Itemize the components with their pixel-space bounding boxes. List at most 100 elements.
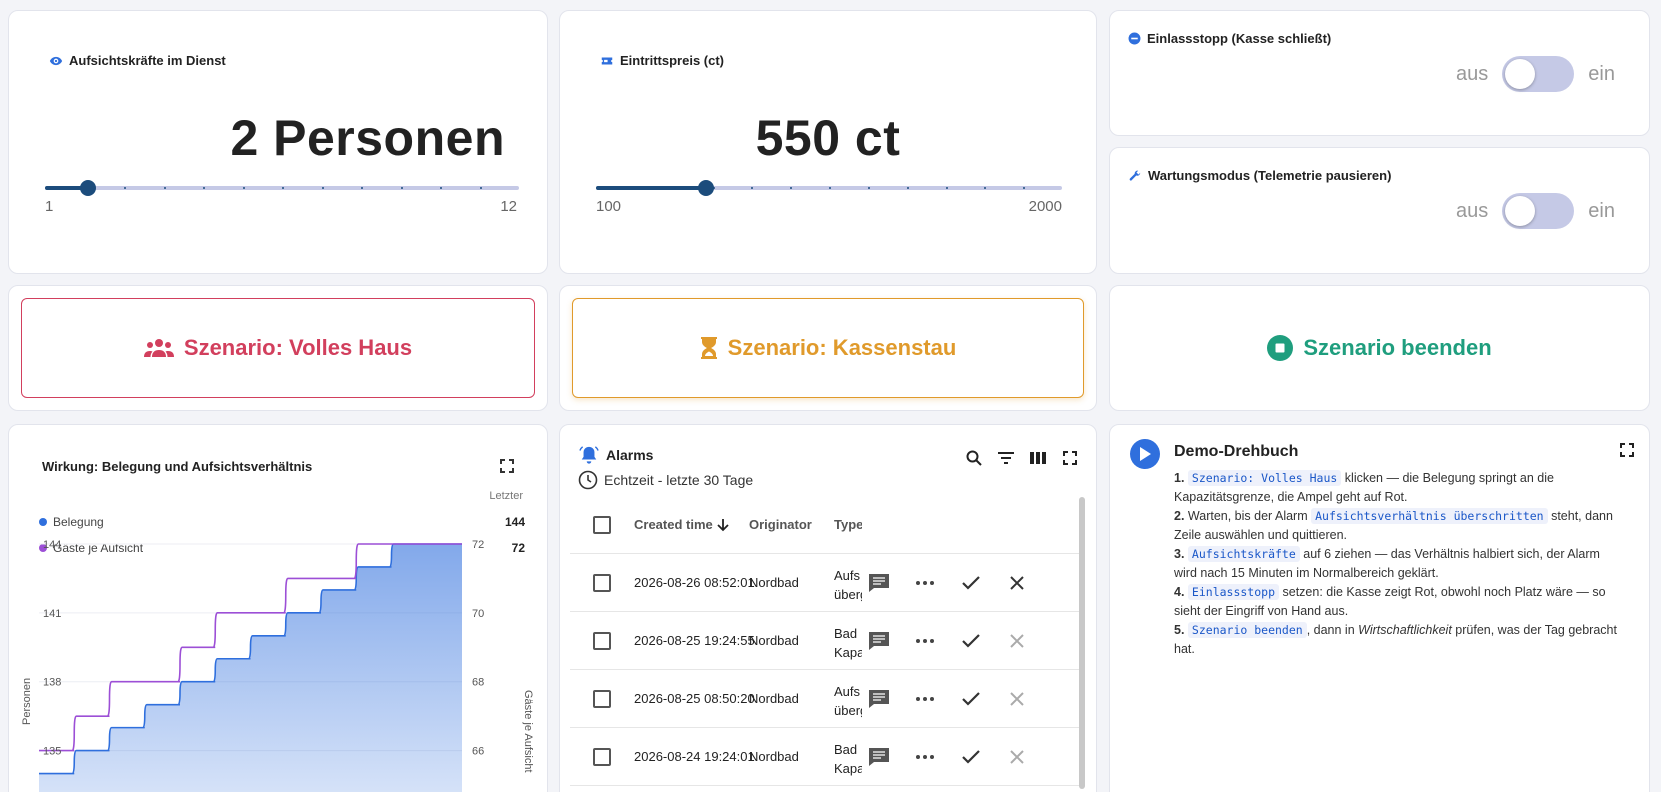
chart-plot: 144 141 138 135 72 70 68 66 — [39, 539, 484, 792]
clear-icon[interactable] — [1000, 740, 1034, 774]
switch-knob[interactable] — [1505, 59, 1536, 89]
slider-tick — [242, 187, 245, 189]
row-checkbox[interactable] — [593, 631, 611, 650]
clear-icon[interactable] — [1000, 566, 1034, 600]
cell-type: Bad Kapa — [834, 742, 862, 776]
cell-created-time: 2026-08-25 19:24:55 — [634, 633, 755, 648]
price-slider-card: Eintrittspreis (ct) 550 ct 100 2000 — [559, 10, 1097, 274]
y-left-tick: 138 — [43, 677, 61, 689]
fullscreen-icon[interactable] — [1059, 447, 1081, 469]
comment-icon[interactable] — [862, 682, 896, 716]
cell-created-time: 2026-08-26 08:52:01 — [634, 575, 755, 590]
table-header: Created time Originator Type — [570, 496, 1080, 554]
maintenance-toggle[interactable]: aus ein — [1456, 193, 1615, 229]
price-slider[interactable] — [596, 176, 1062, 200]
scenario-queue-card: Szenario: Kassenstau — [559, 285, 1097, 411]
stop-circle-icon — [1267, 335, 1294, 361]
table-row[interactable]: 2026-08-26 08:52:01Nordbad Aufsüberg — [570, 554, 1080, 612]
y-right-tick: 68 — [472, 677, 484, 689]
cell-originator: Nordbad — [749, 691, 799, 706]
row-checkbox[interactable] — [593, 747, 611, 766]
switch-knob[interactable] — [1505, 196, 1536, 226]
clock-icon — [578, 470, 598, 490]
staff-max-label: 12 — [500, 198, 517, 215]
row-checkbox[interactable] — [593, 689, 611, 708]
entry-stop-toggle[interactable]: aus ein — [1456, 56, 1615, 92]
chart-card: Wirkung: Belegung und Aufsichtsverhältni… — [8, 424, 548, 792]
search-icon[interactable] — [963, 447, 985, 469]
table-row[interactable]: 2026-08-24 19:24:01 Nordbad Bad Kapa — [570, 728, 1080, 786]
hourglass-icon — [700, 337, 717, 359]
guide-step: 2. Warten, bis der Alarm Aufsichtsverhäl… — [1174, 508, 1613, 542]
y-right-axis-label: Gäste je Aufsicht — [522, 690, 534, 773]
cell-type: Aufsüberg — [834, 568, 862, 602]
maintenance-card: Wartungsmodus (Telemetrie pausieren) aus… — [1109, 147, 1650, 274]
acknowledge-icon[interactable] — [954, 624, 988, 658]
bell-icon — [579, 446, 599, 464]
guide-title: Demo-Drehbuch — [1174, 443, 1299, 460]
clear-icon[interactable] — [1000, 682, 1034, 716]
table-row[interactable]: 2026-08-25 19:24:55 Nordbad Bad Kapa — [570, 612, 1080, 670]
guide-card: Demo-Drehbuch 1. Szenario: Volles Haus k… — [1109, 424, 1650, 792]
slider-tick — [673, 187, 676, 189]
code-chip: Szenario beenden — [1187, 622, 1307, 638]
scenario-stop-button[interactable]: Szenario beenden — [1122, 298, 1637, 398]
comment-icon[interactable] — [862, 566, 896, 600]
acknowledge-icon[interactable] — [954, 682, 988, 716]
row-checkbox[interactable] — [593, 573, 611, 592]
guide-steps: 1. Szenario: Volles Haus klicken — die B… — [1174, 469, 1624, 659]
price-value: 550 ct — [755, 110, 901, 166]
alarms-timewindow[interactable]: Echtzeit - letzte 30 Tage — [578, 470, 753, 490]
col-type[interactable]: Type — [834, 517, 862, 532]
vertical-scrollbar[interactable] — [1079, 497, 1085, 789]
price-max-label: 2000 — [1028, 198, 1062, 215]
maintenance-title: Wartungsmodus (Telemetrie pausieren) — [1128, 168, 1391, 183]
select-all-checkbox[interactable] — [593, 515, 611, 534]
acknowledge-icon[interactable] — [954, 740, 988, 774]
toggle-off-label: aus — [1456, 199, 1489, 222]
staff-slider[interactable] — [45, 176, 519, 200]
slider-tick — [400, 187, 403, 189]
staff-value: 2 Personen — [230, 110, 505, 166]
slider-tick — [945, 187, 948, 189]
slider-fill — [596, 186, 707, 190]
more-icon[interactable] — [908, 624, 942, 658]
scenario-queue-button[interactable]: Szenario: Kassenstau — [572, 298, 1084, 398]
cell-originator: Nordbad — [749, 575, 799, 590]
y-right-tick: 66 — [472, 746, 484, 758]
wrench-icon — [1129, 170, 1141, 181]
y-right-tick: 70 — [472, 608, 484, 620]
filter-icon[interactable] — [995, 447, 1017, 469]
scenario-stop-card: Szenario beenden — [1109, 285, 1650, 411]
more-icon[interactable] — [908, 740, 942, 774]
code-chip: Szenario: Volles Haus — [1187, 470, 1342, 486]
entry-stop-switch[interactable] — [1502, 56, 1575, 92]
acknowledge-icon[interactable] — [954, 566, 988, 600]
price-min-label: 100 — [596, 198, 622, 215]
cell-type: Bad Kapa — [834, 626, 862, 660]
scenario-full-button[interactable]: Szenario: Volles Haus — [21, 298, 535, 398]
slider-thumb[interactable] — [80, 180, 97, 196]
more-icon[interactable] — [908, 566, 942, 600]
group-icon — [143, 339, 174, 357]
slider-tick — [321, 187, 324, 189]
staff-slider-title: Aufsichtskräfte im Dienst — [49, 53, 226, 68]
comment-icon[interactable] — [862, 740, 896, 774]
scenario-full-card: Szenario: Volles Haus — [8, 285, 548, 411]
slider-thumb[interactable] — [698, 180, 715, 196]
col-created-time[interactable]: Created time — [634, 517, 729, 532]
play-icon[interactable] — [1130, 439, 1160, 469]
y-left-tick: 144 — [43, 539, 61, 551]
columns-icon[interactable] — [1027, 447, 1049, 469]
maintenance-switch[interactable] — [1502, 193, 1575, 229]
fullscreen-icon[interactable] — [1616, 439, 1638, 461]
toggle-on-label: ein — [1588, 62, 1615, 85]
clear-icon[interactable] — [1000, 624, 1034, 658]
col-originator[interactable]: Originator — [749, 517, 812, 532]
table-row[interactable]: 2026-08-25 08:50:20Nordbad Aufsüberg — [570, 670, 1080, 728]
comment-icon[interactable] — [862, 624, 896, 658]
ticket-icon — [601, 57, 613, 64]
cell-originator: Nordbad — [749, 633, 799, 648]
slider-tick — [712, 187, 715, 189]
more-icon[interactable] — [908, 682, 942, 716]
